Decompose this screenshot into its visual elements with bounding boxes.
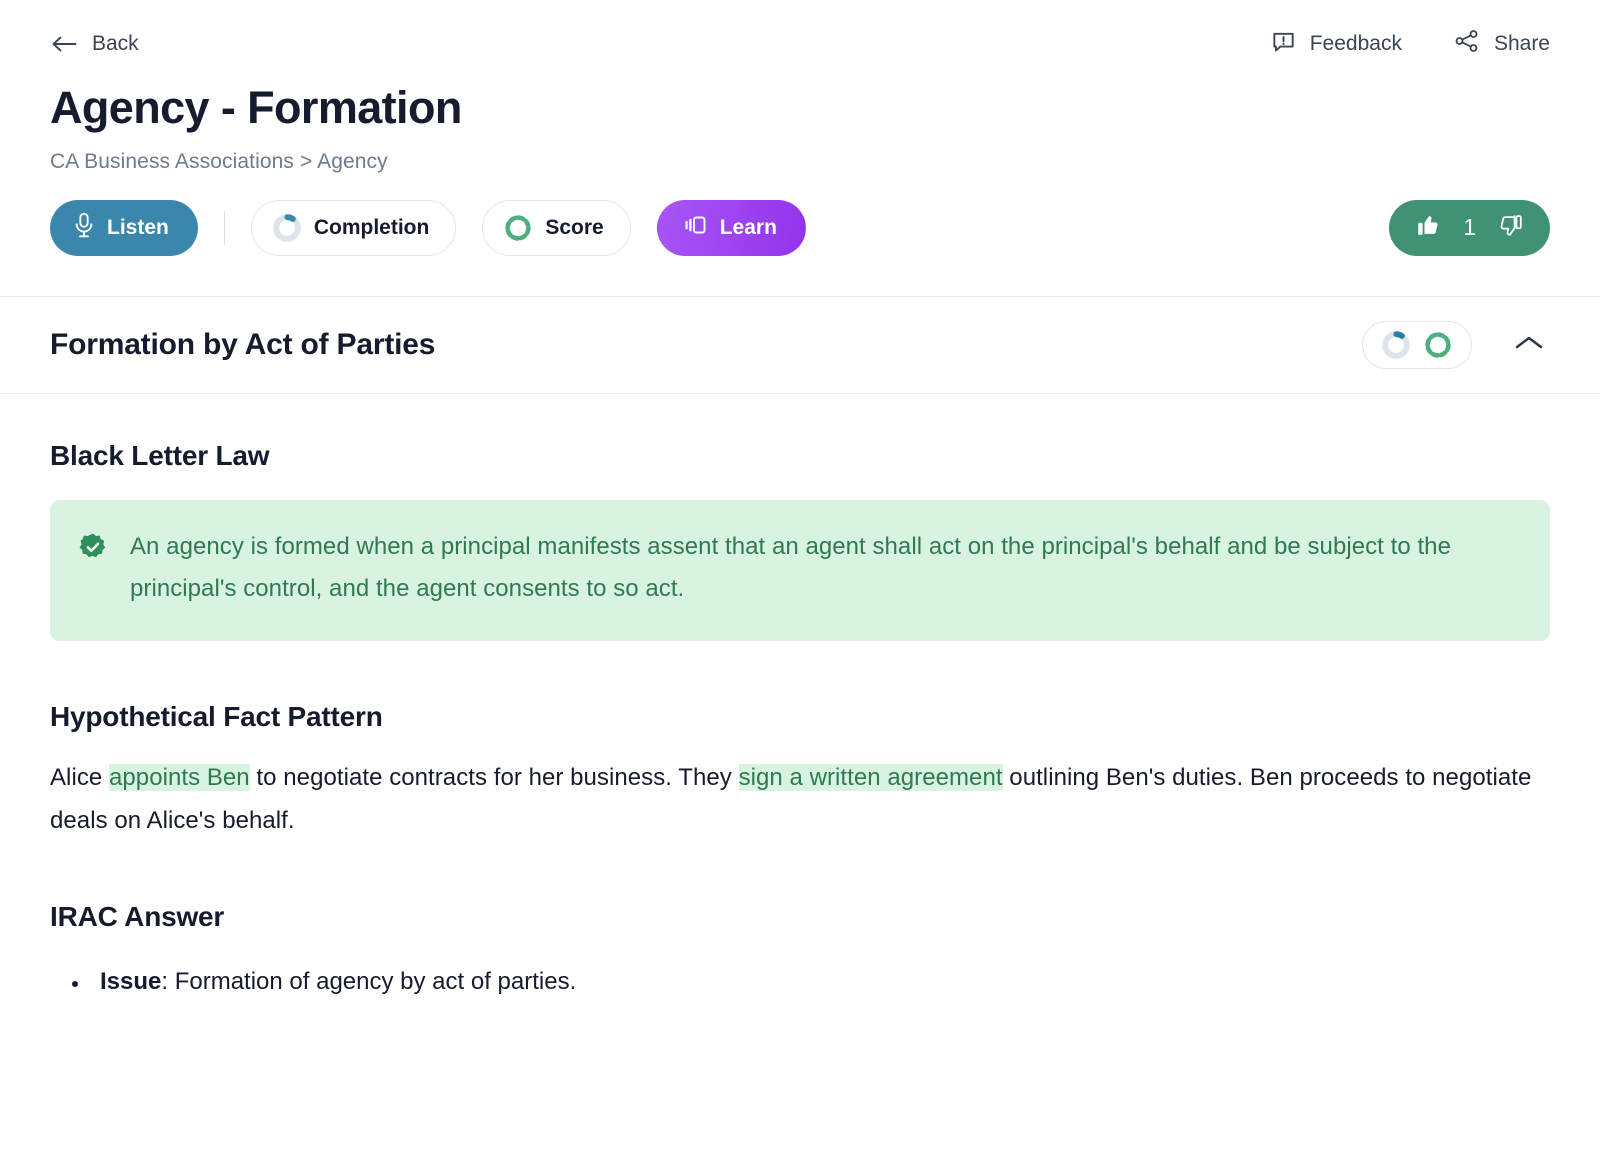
flashcard-icon <box>682 213 708 243</box>
page-root: Back Feedback <box>0 0 1600 1003</box>
hypo-highlight-written-agreement: sign a written agreement <box>739 764 1003 791</box>
list-item: Issue: Formation of agency by act of par… <box>90 961 1550 1004</box>
top-actions: Feedback Share <box>1271 29 1550 60</box>
score-label: Score <box>545 216 603 240</box>
section-content: Black Letter Law An agency is formed whe… <box>0 440 1600 1004</box>
section-status-pill[interactable] <box>1362 321 1472 369</box>
share-label: Share <box>1494 32 1550 56</box>
arrow-left-icon <box>52 35 78 53</box>
collapse-section-button[interactable] <box>1508 328 1550 361</box>
progress-ring-icon <box>1381 330 1411 360</box>
thumbs-up-icon[interactable] <box>1415 213 1441 243</box>
page-title: Agency - Formation <box>50 82 1550 134</box>
dashed-ring-icon <box>1423 330 1453 360</box>
section-divider-line <box>0 393 1600 394</box>
completion-button[interactable]: Completion <box>251 200 457 256</box>
share-button[interactable]: Share <box>1454 29 1550 59</box>
top-bar: Back Feedback <box>0 0 1600 60</box>
back-label: Back <box>92 32 139 56</box>
vote-widget[interactable]: 1 <box>1389 200 1550 256</box>
irac-answer-heading: IRAC Answer <box>50 901 1550 933</box>
hypo-text-part-2: to negotiate contracts for her business.… <box>250 764 739 791</box>
section-header-actions <box>1362 321 1550 369</box>
section-title: Formation by Act of Parties <box>50 328 435 362</box>
hypothetical-fact-pattern-heading: Hypothetical Fact Pattern <box>50 701 1550 733</box>
page-header: Agency - Formation CA Business Associati… <box>0 82 1600 174</box>
vote-count: 1 <box>1463 214 1476 241</box>
irac-item-text: : Formation of agency by act of parties. <box>161 968 576 995</box>
toolbar-divider <box>224 211 225 245</box>
back-button[interactable]: Back <box>50 28 141 60</box>
completion-label: Completion <box>314 216 430 240</box>
thumbs-down-icon[interactable] <box>1498 213 1524 243</box>
score-button[interactable]: Score <box>482 200 630 256</box>
hypo-text-part-1: Alice <box>50 764 109 791</box>
black-letter-law-heading: Black Letter Law <box>50 440 1550 472</box>
badge-check-icon <box>78 532 108 567</box>
listen-button[interactable]: Listen <box>50 200 198 256</box>
irac-answer-list: Issue: Formation of agency by act of par… <box>50 961 1550 1004</box>
hypo-highlight-appoints-ben: appoints Ben <box>109 764 250 791</box>
black-letter-law-callout: An agency is formed when a principal man… <box>50 500 1550 641</box>
progress-ring-icon <box>272 213 302 243</box>
irac-item-label: Issue <box>100 968 161 995</box>
learn-button[interactable]: Learn <box>657 200 806 256</box>
black-letter-law-text: An agency is formed when a principal man… <box>130 526 1520 611</box>
share-nodes-icon <box>1454 29 1480 59</box>
learn-label: Learn <box>720 216 777 240</box>
section-header[interactable]: Formation by Act of Parties <box>0 297 1600 393</box>
toolbar-left-group: Listen Completion Score <box>50 200 806 256</box>
hypothetical-fact-pattern-text: Alice appoints Ben to negotiate contract… <box>50 757 1550 842</box>
breadcrumb: CA Business Associations > Agency <box>50 150 1550 174</box>
chevron-up-icon <box>1514 334 1544 355</box>
listen-label: Listen <box>107 216 169 240</box>
dashed-ring-icon <box>503 213 533 243</box>
feedback-button[interactable]: Feedback <box>1271 29 1402 60</box>
microphone-icon <box>73 212 95 244</box>
comment-alert-icon <box>1271 29 1296 60</box>
feedback-label: Feedback <box>1310 32 1402 56</box>
action-toolbar: Listen Completion Score <box>0 200 1600 256</box>
